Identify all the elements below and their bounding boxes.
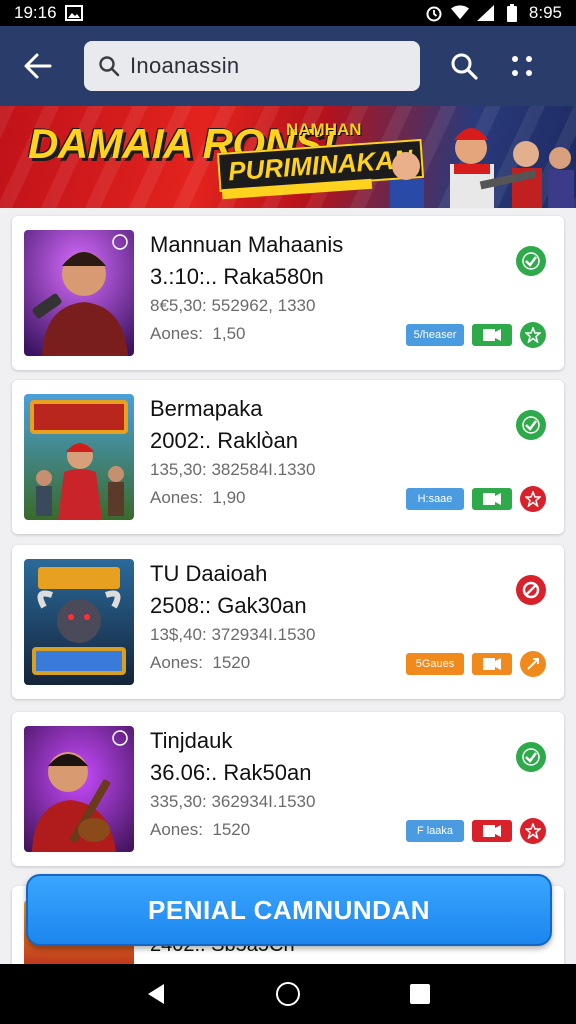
item-agg-value: 1,50 bbox=[212, 324, 246, 343]
burst-badge-icon[interactable] bbox=[520, 486, 546, 512]
download-badge-icon[interactable] bbox=[472, 653, 512, 675]
item-agg-label: Aones: bbox=[150, 653, 203, 672]
item-agg-value: 1,90 bbox=[212, 488, 246, 507]
item-title: TU Daaioah bbox=[150, 561, 268, 586]
gallery-icon bbox=[64, 4, 83, 22]
item-tag[interactable]: H:saae bbox=[406, 488, 464, 510]
search-input[interactable]: Inoanassin bbox=[84, 41, 420, 91]
burst-badge-icon[interactable] bbox=[520, 818, 546, 844]
check-circle-icon bbox=[516, 410, 546, 440]
item-subtitle: 2002:. Raklòan bbox=[150, 428, 298, 453]
item-tag[interactable]: 5Gaues bbox=[406, 653, 464, 675]
item-subtitle: 3.:10:.. Raka580n bbox=[150, 264, 324, 289]
item-subtitle: 36.06:. Rak50an bbox=[150, 760, 312, 785]
search-icon bbox=[451, 53, 478, 80]
banner-characters-art bbox=[390, 128, 574, 208]
blocked-circle-icon bbox=[516, 575, 546, 605]
nav-home-button[interactable] bbox=[264, 970, 312, 1018]
system-nav-bar bbox=[0, 964, 576, 1024]
item-thumbnail bbox=[24, 394, 134, 520]
nav-recents-button[interactable] bbox=[396, 970, 444, 1018]
app-bar: Inoanassin bbox=[0, 26, 576, 106]
download-badge-icon[interactable] bbox=[472, 820, 512, 842]
item-title: Bermapaka bbox=[150, 396, 263, 421]
item-tag[interactable]: F laaka bbox=[406, 820, 464, 842]
status-bar: 19:16 8:95 bbox=[0, 0, 576, 26]
item-thumbnail bbox=[24, 726, 134, 852]
item-title: Mannuan Mahaanis bbox=[150, 232, 344, 257]
list-item[interactable]: Mannuan Mahaanis 3.:10:.. Raka580n 8€5,3… bbox=[12, 216, 564, 370]
triangle-back-icon bbox=[148, 984, 164, 1004]
download-badge-icon[interactable] bbox=[472, 324, 512, 346]
alarm-icon bbox=[425, 4, 443, 22]
link-badge-icon[interactable] bbox=[520, 651, 546, 677]
more-options-button[interactable] bbox=[500, 44, 544, 88]
square-recents-icon bbox=[410, 984, 430, 1004]
item-subtitle: 2508:: Gak30an bbox=[150, 593, 307, 618]
list-item[interactable]: Tinjdauk 36.06:. Rak50an 335,30: 362934I… bbox=[12, 712, 564, 866]
list-item[interactable]: Bermapaka 2002:. Raklòan 135,30: 382584I… bbox=[12, 380, 564, 534]
status-clock: 8:95 bbox=[528, 3, 562, 22]
wifi-icon bbox=[450, 4, 469, 22]
item-tag[interactable]: 5/heaser bbox=[406, 324, 464, 346]
list-item[interactable]: TU Daaioah 2508:: Gak30an 13$,40: 372934… bbox=[12, 545, 564, 699]
item-thumbnail bbox=[24, 230, 134, 356]
item-meta: 8€5,30: 552962, 1330 bbox=[150, 296, 316, 315]
status-time: 19:16 bbox=[14, 3, 57, 22]
item-agg-label: Aones: bbox=[150, 324, 203, 343]
banner-tag-small: NAMHAN bbox=[286, 120, 362, 139]
item-agg-value: 1520 bbox=[212, 653, 251, 672]
promo-banner[interactable]: DAMAIA RONS! NAMHAN PURIMINAKAN bbox=[0, 106, 576, 208]
check-circle-icon bbox=[516, 742, 546, 772]
arrow-left-icon bbox=[24, 53, 52, 79]
item-meta: 135,30: 382584I.1330 bbox=[150, 460, 316, 479]
item-meta: 13$,40: 372934I.1530 bbox=[150, 625, 316, 644]
item-agg: Aones: 1520 bbox=[150, 653, 250, 673]
item-agg-label: Aones: bbox=[150, 488, 203, 507]
download-badge-icon[interactable] bbox=[472, 488, 512, 510]
item-agg: Aones: 1,90 bbox=[150, 488, 245, 508]
search-button[interactable] bbox=[442, 44, 486, 88]
item-agg-value: 1520 bbox=[212, 820, 251, 839]
item-agg: Aones: 1520 bbox=[150, 820, 250, 840]
circle-home-icon bbox=[276, 982, 300, 1006]
grid-dots-icon bbox=[512, 56, 532, 76]
item-thumbnail bbox=[24, 559, 134, 685]
item-meta: 335,30: 362934I.1530 bbox=[150, 792, 316, 811]
signal-icon bbox=[476, 4, 495, 22]
item-title: Tinjdauk bbox=[150, 728, 233, 753]
search-icon bbox=[99, 56, 120, 77]
item-agg-label: Aones: bbox=[150, 820, 203, 839]
back-button[interactable] bbox=[16, 44, 60, 88]
check-circle-icon bbox=[516, 246, 546, 276]
battery-icon bbox=[503, 4, 521, 22]
star-badge-icon[interactable] bbox=[520, 322, 546, 348]
primary-action-button[interactable]: PENIAL CAMNUNDAN bbox=[26, 874, 552, 946]
item-agg: Aones: 1,50 bbox=[150, 324, 245, 344]
search-query: Inoanassin bbox=[130, 53, 240, 78]
nav-back-button[interactable] bbox=[132, 970, 180, 1018]
